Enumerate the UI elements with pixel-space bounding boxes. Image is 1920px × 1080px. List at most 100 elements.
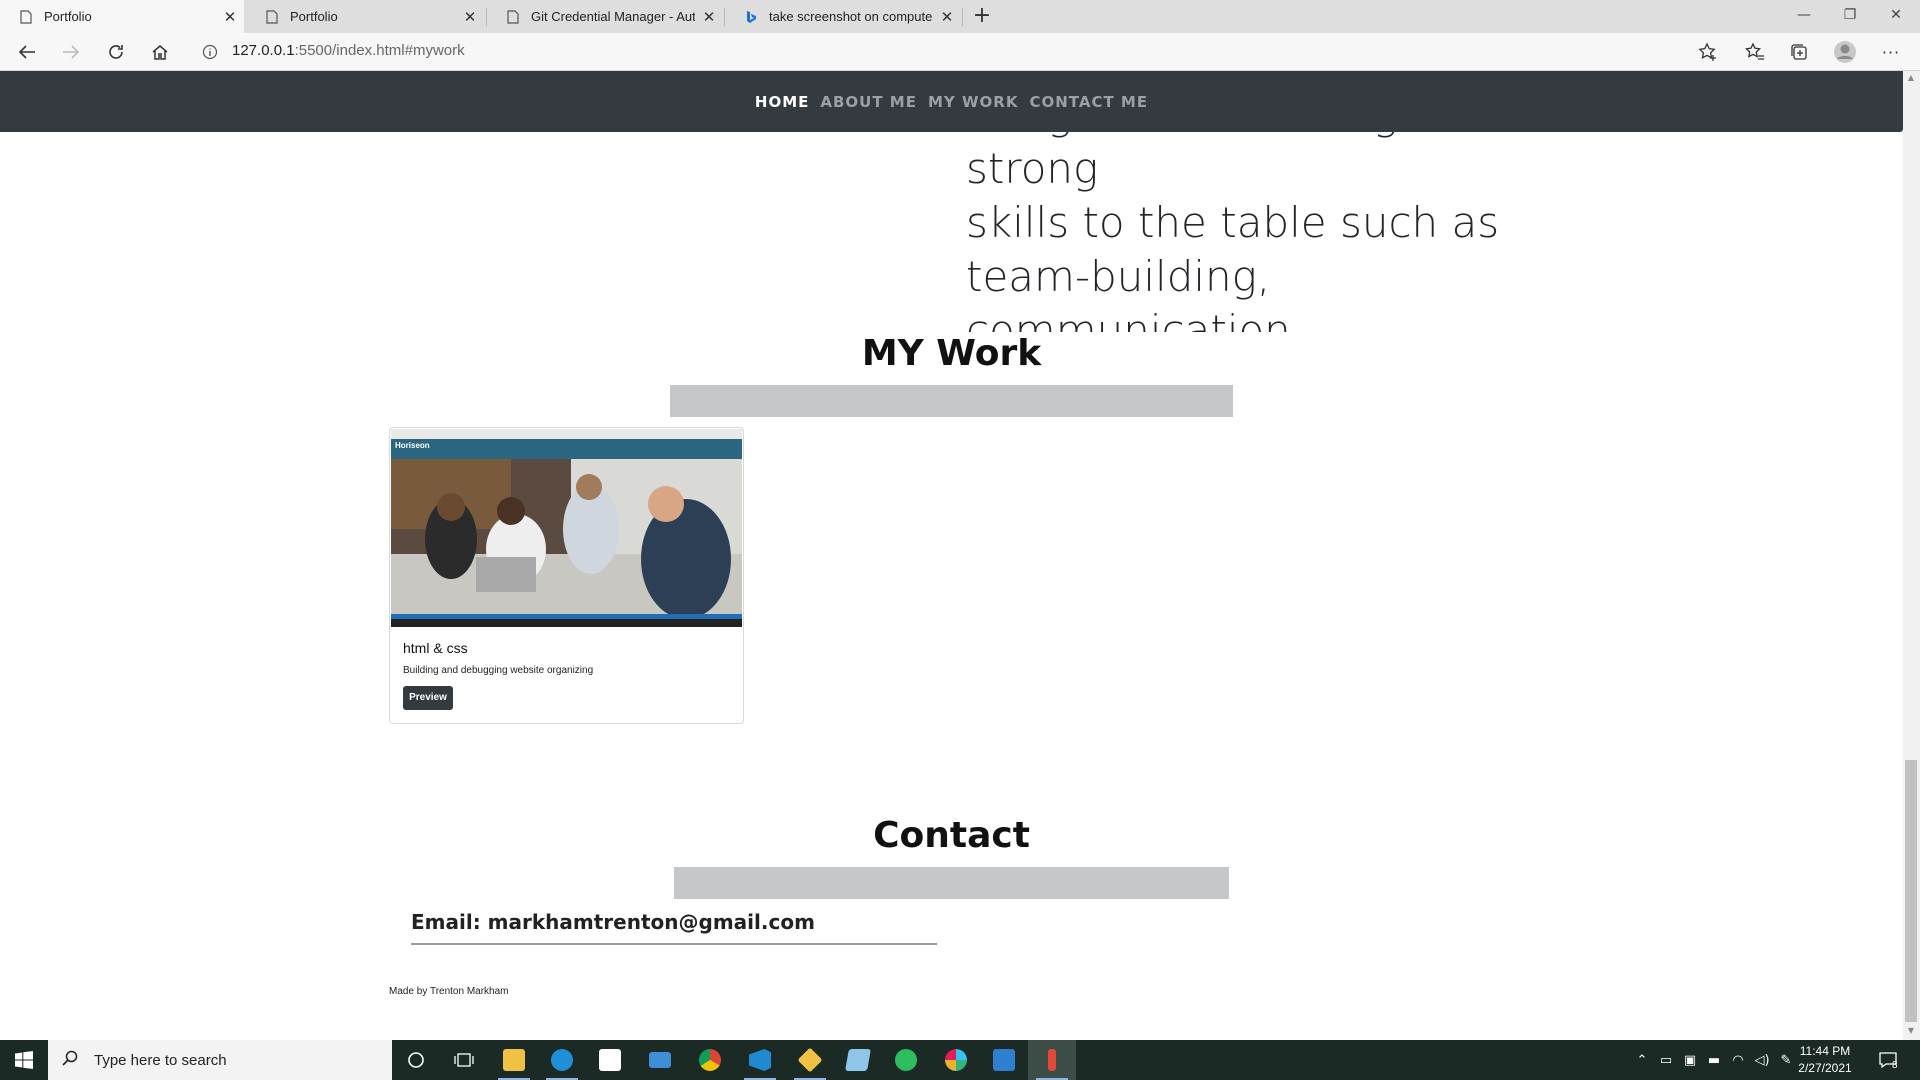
contact-email[interactable]: Email: markhamtrenton@gmail.com [411, 910, 815, 934]
avatar-icon [1834, 41, 1856, 63]
task-view-icon [454, 1053, 474, 1067]
site-navbar: HOME ABOUT ME MY WORK CONTACT ME [0, 71, 1903, 132]
url-host: 127.0.0.1 [232, 42, 295, 59]
action-center-button[interactable]: 8 [1868, 1040, 1908, 1080]
taskbar-clock[interactable]: 11:44 PM 2/27/2021 [1790, 1043, 1860, 1077]
footer-credit: Made by Trenton Markham [389, 986, 509, 997]
address-bar[interactable]: 127.0.0.1:5500/index.html#mywork [232, 42, 465, 59]
page-icon [505, 9, 521, 25]
profile-button[interactable] [1830, 37, 1860, 67]
taskbar-gitkraken[interactable] [786, 1040, 834, 1080]
tab-title: take screenshot on computer - B [769, 9, 933, 24]
refresh-icon [109, 45, 123, 59]
settings-more-button[interactable]: ··· [1876, 37, 1906, 67]
about-line: things with it. I bring strong [966, 132, 1398, 193]
scrollbar-thumb[interactable] [1905, 760, 1917, 1022]
minimize-button[interactable]: — [1781, 0, 1827, 30]
browser-tab-strip: Portfolio ✕ Portfolio ✕ Git Credential M… [0, 0, 1920, 33]
git-icon [797, 1047, 823, 1073]
new-tab-button[interactable]: + [968, 3, 996, 31]
favorites-button[interactable] [1740, 37, 1770, 67]
cortana-button[interactable] [392, 1040, 440, 1080]
wifi-icon[interactable]: ◠ [1726, 1053, 1750, 1068]
taskbar-evernote[interactable] [882, 1040, 930, 1080]
network-adapter-icon[interactable]: ▣ [1678, 1053, 1702, 1068]
forward-button[interactable] [56, 37, 86, 67]
task-view-button[interactable] [440, 1040, 488, 1080]
taskbar-store[interactable] [586, 1040, 634, 1080]
close-window-button[interactable]: ✕ [1873, 0, 1919, 30]
taskbar-mail[interactable] [636, 1040, 684, 1080]
clock-date: 2/27/2021 [1798, 1061, 1852, 1075]
close-tab-icon[interactable]: ✕ [216, 8, 244, 26]
about-line: skills to the table such as [966, 198, 1500, 247]
mail-icon [649, 1052, 671, 1068]
taskbar-file-explorer[interactable] [490, 1040, 538, 1080]
evernote-icon [895, 1049, 917, 1071]
home-button[interactable] [145, 37, 175, 67]
restore-button[interactable]: ❐ [1827, 0, 1873, 30]
my-work-heading: MY Work [861, 333, 1042, 374]
taskbar-vscode[interactable] [736, 1040, 784, 1080]
about-line: communication, debugging. [966, 306, 1305, 332]
scroll-up-arrow-icon[interactable]: ▲ [1905, 73, 1917, 87]
card-title: html & css [403, 640, 468, 656]
page-icon [264, 9, 280, 25]
edge-icon [551, 1049, 573, 1071]
close-tab-icon[interactable]: ✕ [456, 8, 484, 26]
photos-icon [993, 1049, 1015, 1071]
page-icon [18, 9, 34, 25]
close-tab-icon[interactable]: ✕ [933, 8, 961, 26]
taskbar-notes[interactable] [834, 1040, 882, 1080]
collections-button[interactable] [1784, 37, 1814, 67]
browser-toolbar: 127.0.0.1:5500/index.html#mywork ··· [0, 33, 1920, 71]
email-underline [411, 943, 937, 945]
volume-icon[interactable]: ◁) [1750, 1053, 1774, 1068]
tab-title: Git Credential Manager - Authen [531, 9, 695, 24]
meet-now-icon[interactable]: ▭ [1654, 1053, 1678, 1068]
scroll-down-arrow-icon[interactable]: ▼ [1905, 1026, 1917, 1040]
star-add-icon [1698, 42, 1716, 61]
tab-title: Portfolio [44, 9, 92, 24]
close-tab-icon[interactable]: ✕ [695, 8, 723, 26]
about-paragraph: things with it. I bring strong skills to… [966, 132, 1526, 332]
windows-logo-icon [15, 1051, 33, 1069]
taskbar-photos[interactable] [980, 1040, 1028, 1080]
taskbar-snip-tool[interactable] [1028, 1040, 1076, 1080]
favorites-icon [1745, 42, 1764, 60]
tab-title: Portfolio [290, 9, 338, 24]
taskbar-chrome[interactable] [686, 1040, 734, 1080]
system-tray: ⌃ ▭ ▣ ▬ ◠ ◁) ✎ [1630, 1040, 1798, 1080]
search-placeholder: Type here to search [94, 1051, 227, 1069]
browser-tab-portfolio-1[interactable]: Portfolio ✕ [0, 0, 244, 33]
my-work-divider-bar [670, 385, 1233, 417]
browser-tab-bing-search[interactable]: take screenshot on computer - B ✕ [725, 0, 961, 33]
nav-my-work[interactable]: MY WORK [928, 93, 1018, 111]
add-favorite-button[interactable] [1693, 37, 1723, 67]
notification-count-badge: 8 [1892, 1060, 1898, 1071]
back-button[interactable] [12, 37, 42, 67]
url-path: :5500/index.html#mywork [294, 42, 465, 59]
browser-tab-git-credential[interactable]: Git Credential Manager - Authen ✕ [487, 0, 723, 33]
project-image-brand: Horiseon [395, 441, 430, 450]
show-hidden-icons-icon[interactable]: ⌃ [1630, 1053, 1654, 1068]
battery-icon[interactable]: ▬ [1702, 1053, 1726, 1068]
start-button[interactable] [0, 1040, 48, 1080]
windows-taskbar: Type here to search ⌃ ▭ ▣ ▬ ◠ ◁) ✎ 11:44… [0, 1040, 1920, 1080]
taskbar-slack[interactable] [932, 1040, 980, 1080]
nav-contact-me[interactable]: CONTACT ME [1029, 93, 1148, 111]
taskbar-edge[interactable] [538, 1040, 586, 1080]
nav-about-me[interactable]: ABOUT ME [820, 93, 917, 111]
preview-button[interactable]: Preview [403, 686, 453, 710]
taskbar-search-box[interactable]: Type here to search [48, 1040, 392, 1080]
tab-separator [962, 8, 963, 26]
refresh-button[interactable] [101, 37, 131, 67]
store-icon [599, 1049, 621, 1071]
about-section: things with it. I bring strong skills to… [0, 132, 1903, 332]
collections-icon [1791, 44, 1807, 60]
site-info-icon[interactable] [195, 37, 225, 67]
nav-home[interactable]: HOME [755, 93, 809, 111]
search-icon [62, 1050, 82, 1070]
browser-tab-portfolio-2[interactable]: Portfolio ✕ [246, 0, 484, 33]
vscode-icon [749, 1049, 771, 1071]
